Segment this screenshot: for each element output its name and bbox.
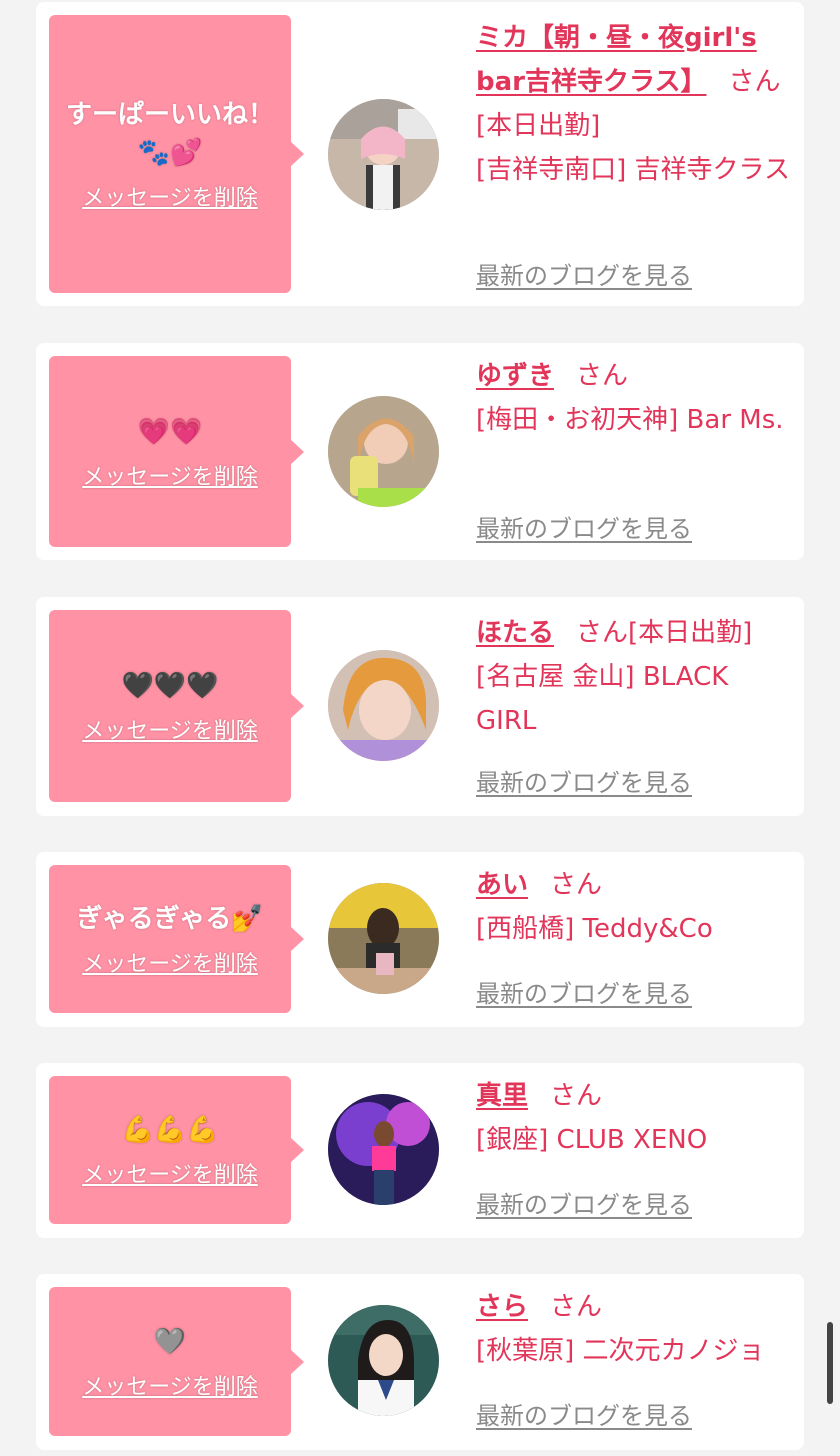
message-bubble: 🩶 メッセージを削除 [49, 1287, 291, 1436]
delete-message-link[interactable]: メッセージを削除 [82, 459, 258, 491]
latest-blog-link[interactable]: 最新のブログを見る [476, 509, 692, 544]
cast-name-link[interactable]: ほたる [476, 618, 554, 648]
cast-info: ほたる さん[本日出勤] [名古屋 金山] BLACK GIRL [476, 611, 796, 743]
avatar[interactable] [328, 883, 439, 994]
message-card: 💗💗 メッセージを削除 ゆずき さん [梅田・お初天神] Bar Ms. 最新のブ… [36, 343, 804, 560]
honorific: さん [550, 870, 603, 900]
latest-blog-link[interactable]: 最新のブログを見る [476, 256, 692, 291]
cast-detail: [西船橋] Teddy&Co [476, 914, 713, 944]
cast-name-link[interactable]: あい [476, 870, 528, 900]
cast-info: ゆずき さん [梅田・お初天神] Bar Ms. [476, 354, 796, 442]
cast-name-link[interactable]: さら [476, 1292, 528, 1322]
delete-message-link[interactable]: メッセージを削除 [82, 180, 258, 212]
avatar[interactable] [328, 650, 439, 761]
delete-message-link[interactable]: メッセージを削除 [82, 713, 258, 745]
latest-blog-link[interactable]: 最新のブログを見る [476, 763, 692, 798]
delete-message-link[interactable]: メッセージを削除 [82, 946, 258, 978]
scrollbar[interactable] [827, 1322, 833, 1404]
delete-message-link[interactable]: メッセージを削除 [82, 1157, 258, 1189]
avatar[interactable] [328, 99, 439, 210]
message-text: すーぱーいいね！ 🐾💕 [65, 100, 274, 168]
message-bubble: ぎゃるぎゃる💅 メッセージを削除 [49, 865, 291, 1013]
avatar[interactable] [328, 1305, 439, 1416]
message-card: 💪💪💪 メッセージを削除 真里 さん [銀座] CLUB XENO 最新のブログを… [36, 1063, 804, 1238]
honorific: さん [728, 67, 781, 97]
honorific: さん [576, 361, 629, 391]
cast-detail: [銀座] CLUB XENO [476, 1125, 708, 1155]
cast-detail: [梅田・お初天神] Bar Ms. [476, 405, 784, 435]
message-text: 🖤🖤🖤 [121, 671, 219, 701]
honorific: さん [550, 1081, 603, 1111]
message-bubble: 🖤🖤🖤 メッセージを削除 [49, 610, 291, 802]
message-text: 🩶 [153, 1326, 187, 1357]
avatar[interactable] [328, 396, 439, 507]
latest-blog-link[interactable]: 最新のブログを見る [476, 974, 692, 1009]
cast-info: 真里 さん [銀座] CLUB XENO [476, 1074, 796, 1162]
latest-blog-link[interactable]: 最新のブログを見る [476, 1396, 692, 1431]
message-card: 🖤🖤🖤 メッセージを削除 ほたる さん[本日出勤] [名古屋 金山] BLACK … [36, 597, 804, 816]
cast-info: あい さん [西船橋] Teddy&Co [476, 863, 796, 951]
cast-info: ミカ【朝・昼・夜girl's bar吉祥寺クラス】 さん [本日出勤] [吉祥寺南口… [476, 16, 796, 192]
cast-name-link[interactable]: ミカ【朝・昼・夜girl's bar吉祥寺クラス】 [476, 23, 757, 97]
latest-blog-link[interactable]: 最新のブログを見る [476, 1185, 692, 1220]
cast-name-link[interactable]: 真里 [476, 1081, 528, 1111]
cast-name-link[interactable]: ゆずき [476, 361, 554, 391]
cast-detail: [秋葉原] 二次元カノジョ [476, 1336, 765, 1366]
delete-message-link[interactable]: メッセージを削除 [82, 1369, 258, 1401]
message-card: すーぱーいいね！ 🐾💕 メッセージを削除 ミカ【朝・昼・夜girl's bar吉… [36, 2, 804, 306]
message-card: 🩶 メッセージを削除 さら さん [秋葉原] 二次元カノジョ 最新のブログを見る [36, 1274, 804, 1450]
cast-detail: [本日出勤] [吉祥寺南口] 吉祥寺クラス [476, 111, 791, 185]
message-text: 💪💪💪 [121, 1115, 219, 1145]
message-text: ぎゃるぎゃる💅 [76, 904, 264, 934]
honorific: さん [550, 1292, 603, 1322]
cast-info: さら さん [秋葉原] 二次元カノジョ [476, 1285, 796, 1373]
message-bubble: すーぱーいいね！ 🐾💕 メッセージを削除 [49, 15, 291, 293]
message-text: 💗💗 [137, 416, 203, 447]
message-card: ぎゃるぎゃる💅 メッセージを削除 あい さん [西船橋] Teddy&Co 最新の… [36, 852, 804, 1027]
message-bubble: 💪💪💪 メッセージを削除 [49, 1076, 291, 1224]
message-bubble: 💗💗 メッセージを削除 [49, 356, 291, 547]
avatar[interactable] [328, 1094, 439, 1205]
honorific: さん [576, 618, 629, 648]
